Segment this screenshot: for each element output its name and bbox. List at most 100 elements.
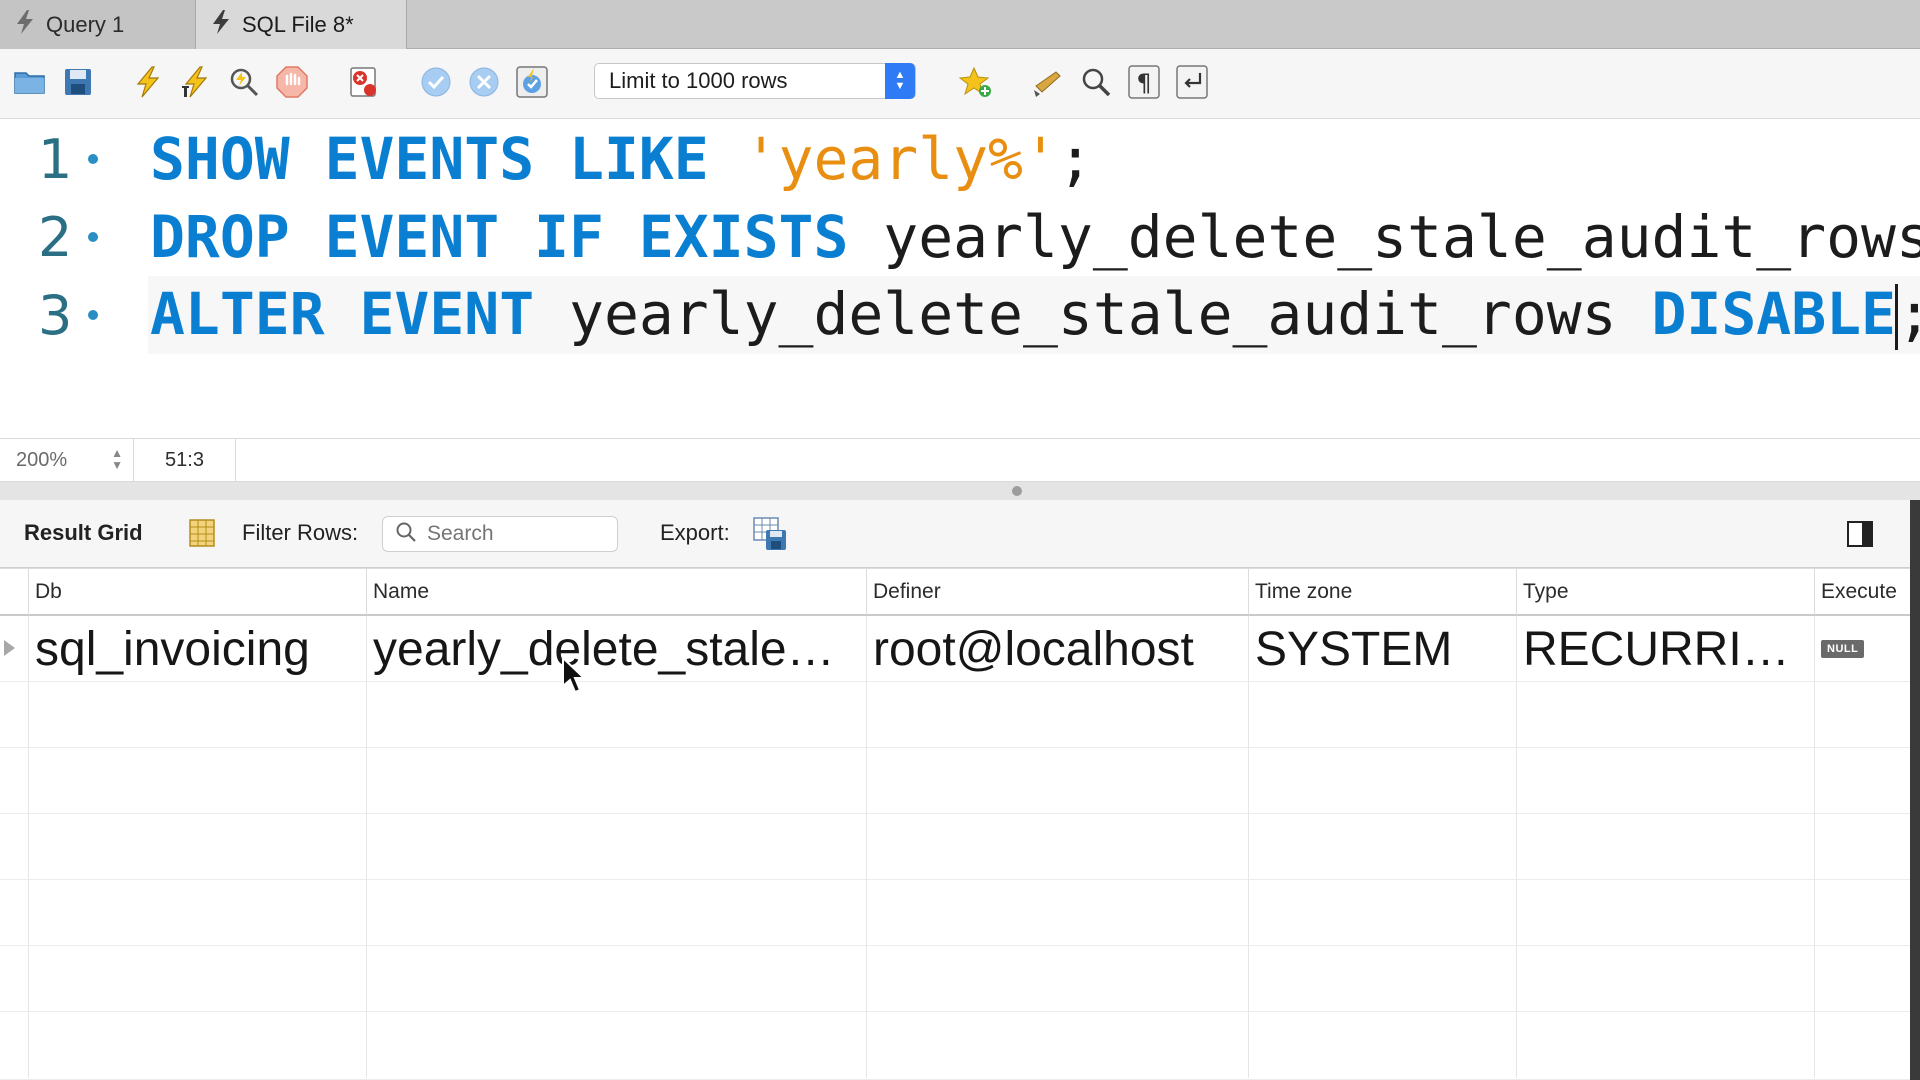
column-header-time-zone[interactable]: Time zone (1248, 569, 1516, 615)
bookmark-icon[interactable] (958, 63, 994, 101)
column-header-execute[interactable]: Execute (1814, 569, 1910, 615)
empty-cell (1814, 946, 1910, 1012)
column-header-name[interactable]: Name (366, 569, 866, 615)
statement-marker-icon (88, 310, 98, 320)
empty-row (0, 880, 1910, 946)
empty-cell (28, 748, 366, 814)
empty-cell (366, 814, 866, 880)
svg-text:¶: ¶ (1136, 69, 1151, 97)
toggle-error-icon[interactable] (346, 63, 382, 101)
empty-row (0, 682, 1910, 748)
editor-line-3: 3 ALTER EVENT yearly_delete_stale_audit_… (0, 276, 1920, 354)
empty-cell (1248, 748, 1516, 814)
result-grid: Db Name Definer Time zone Type Execute s… (0, 568, 1910, 1080)
empty-cell (866, 1012, 1248, 1078)
editor-status-bar: 200% ▲ ▼ 51:3 (0, 438, 1920, 482)
sql-editor[interactable]: 1 SHOW EVENTS LIKE 'yearly%'; 2 DROP EVE… (0, 120, 1920, 438)
empty-cell (866, 748, 1248, 814)
mouse-pointer-icon (560, 655, 588, 696)
empty-cell (28, 1012, 366, 1078)
null-badge: NULL (1821, 640, 1865, 658)
empty-cell (366, 682, 866, 748)
cell-time-zone[interactable]: SYSTEM (1248, 616, 1516, 682)
panel-splitter[interactable] (0, 482, 1920, 500)
cell-type[interactable]: RECURRI… (1516, 616, 1814, 682)
table-row[interactable]: sql_invoicing yearly_delete_stale… root@… (0, 616, 1910, 682)
filter-search-field[interactable] (382, 516, 618, 552)
empty-cell (366, 880, 866, 946)
empty-cell (366, 748, 866, 814)
result-toolbar: Result Grid Filter Rows: Export: (0, 500, 1920, 568)
execute-current-icon[interactable] (178, 63, 214, 101)
beautify-icon[interactable] (1030, 63, 1066, 101)
side-panel-edge (1910, 500, 1920, 1080)
grid-layout-icon[interactable] (188, 518, 216, 548)
invisible-chars-icon[interactable]: ¶ (1126, 63, 1162, 101)
stepper-arrows-icon[interactable]: ▲ ▼ (111, 447, 123, 471)
empty-cell (1516, 880, 1814, 946)
lightning-icon (14, 9, 36, 41)
explain-icon[interactable] (226, 63, 262, 101)
cell-execute[interactable]: NULL (1814, 616, 1910, 682)
column-header-db[interactable]: Db (28, 569, 366, 615)
tab-sql-file[interactable]: SQL File 8* (196, 0, 407, 49)
empty-cell (28, 946, 366, 1012)
empty-cell (1248, 880, 1516, 946)
search-icon (395, 521, 417, 548)
empty-cell (1814, 1012, 1910, 1078)
select-arrows-icon: ▲ ▼ (885, 63, 915, 99)
empty-row (0, 1012, 1910, 1080)
empty-cell (1814, 748, 1910, 814)
lightning-icon (210, 9, 232, 41)
cursor-position: 51:3 (134, 439, 236, 482)
empty-cell (1516, 748, 1814, 814)
empty-cell (1516, 946, 1814, 1012)
stop-icon[interactable] (274, 63, 310, 101)
cell-name[interactable]: yearly_delete_stale… (366, 616, 866, 682)
row-pointer-icon (4, 640, 15, 656)
export-label: Export: (660, 520, 730, 545)
open-folder-icon[interactable] (12, 63, 48, 101)
empty-cell (866, 814, 1248, 880)
autocommit-icon[interactable] (514, 63, 550, 101)
column-header-definer[interactable]: Definer (866, 569, 1248, 615)
result-grid-title: Result Grid (24, 520, 143, 545)
rollback-icon[interactable] (466, 63, 502, 101)
wrap-icon[interactable] (1174, 63, 1210, 101)
empty-cell (1248, 1012, 1516, 1078)
empty-cell (1814, 814, 1910, 880)
statement-marker-icon (88, 232, 98, 242)
column-header-type[interactable]: Type (1516, 569, 1814, 615)
code-text: DROP EVENT IF EXISTS yearly_delete_stale… (150, 203, 1920, 271)
cell-definer[interactable]: root@localhost (866, 616, 1248, 682)
empty-cell (1516, 814, 1814, 880)
execute-icon[interactable] (130, 63, 166, 101)
empty-row (0, 748, 1910, 814)
empty-cell (28, 814, 366, 880)
zoom-stepper[interactable]: 200% ▲ ▼ (0, 439, 134, 482)
splitter-handle-icon[interactable] (1012, 486, 1022, 496)
export-icon[interactable] (752, 516, 788, 552)
find-icon[interactable] (1078, 63, 1114, 101)
save-icon[interactable] (60, 63, 96, 101)
limit-rows-select[interactable]: Limit to 1000 rows ▲ ▼ (594, 63, 916, 99)
empty-cell (1248, 814, 1516, 880)
empty-cell (366, 946, 866, 1012)
search-input[interactable] (427, 522, 597, 546)
tab-label: SQL File 8* (242, 11, 354, 37)
tab-label: Query 1 (46, 11, 125, 37)
cell-db[interactable]: sql_invoicing (28, 616, 366, 682)
tab-bar: Query 1 SQL File 8* (0, 0, 1920, 49)
tab-query-1[interactable]: Query 1 (0, 0, 196, 49)
empty-cell (1248, 682, 1516, 748)
line-number: 1 (38, 127, 73, 191)
commit-icon[interactable] (418, 63, 454, 101)
empty-row (0, 946, 1910, 1012)
empty-cell (1516, 682, 1814, 748)
empty-cell (1248, 946, 1516, 1012)
editor-line-2: 2 DROP EVENT IF EXISTS yearly_delete_sta… (0, 198, 1920, 276)
toggle-side-panel-icon[interactable] (1846, 520, 1874, 548)
filter-rows-label: Filter Rows: (242, 520, 359, 545)
empty-cell (1814, 682, 1910, 748)
sql-toolbar: Limit to 1000 rows ▲ ▼ ¶ (0, 49, 1920, 119)
